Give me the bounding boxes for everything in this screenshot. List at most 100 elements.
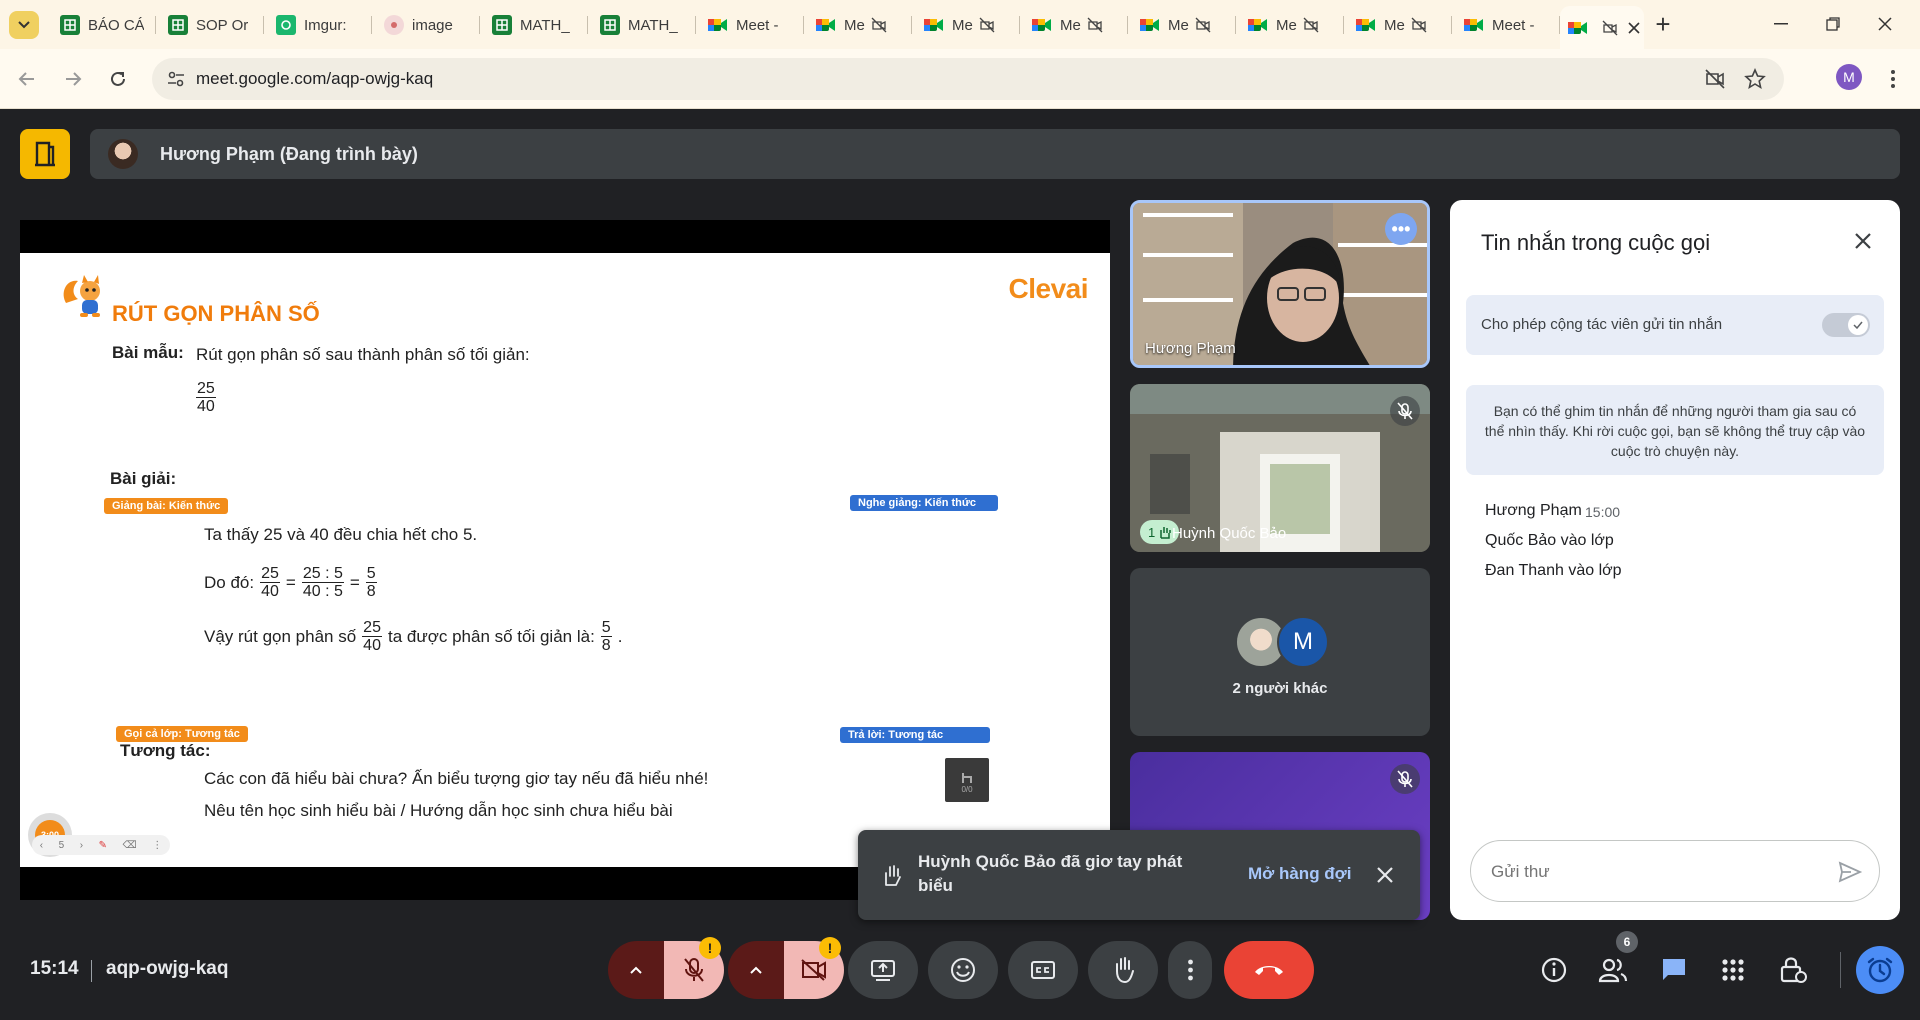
more-options-button[interactable] bbox=[1168, 941, 1212, 999]
meeting-clock: 15:14 bbox=[30, 958, 79, 979]
reload-button[interactable] bbox=[103, 64, 133, 94]
browser-tab[interactable]: Me bbox=[1348, 6, 1452, 44]
forward-button[interactable] bbox=[58, 64, 88, 94]
pen-icon[interactable]: ✎ bbox=[99, 840, 107, 851]
browser-tab[interactable]: Me bbox=[1024, 6, 1128, 44]
close-chat-button[interactable] bbox=[1848, 226, 1878, 256]
omnibox-actions bbox=[1704, 68, 1766, 90]
example-text: Rút gọn phân số sau thành phân số tối gi… bbox=[196, 345, 530, 364]
camera-blocked-icon[interactable] bbox=[1087, 17, 1103, 33]
camera-blocked-icon[interactable] bbox=[871, 17, 887, 33]
slide-page-number[interactable]: 5 bbox=[59, 840, 65, 851]
leave-presentation-button[interactable] bbox=[20, 129, 70, 179]
tab-title: SOP Or bbox=[196, 16, 249, 34]
allow-messages-toggle[interactable] bbox=[1822, 313, 1870, 337]
meeting-details-button[interactable] bbox=[1537, 953, 1571, 987]
reload-icon bbox=[111, 71, 125, 86]
new-tab-button[interactable]: + bbox=[1650, 11, 1676, 38]
host-controls-button[interactable] bbox=[1776, 953, 1810, 987]
close-icon bbox=[1377, 867, 1393, 883]
answer-tag[interactable]: Trả lời: Tương tác bbox=[840, 727, 990, 743]
more-icon[interactable]: ⋮ bbox=[152, 840, 162, 851]
fraction-numerator: 25 bbox=[362, 619, 382, 637]
squirrel-mascot-icon bbox=[63, 275, 100, 317]
camera-blocked-icon[interactable] bbox=[1411, 17, 1427, 33]
omnibox[interactable]: meet.google.com/aqp-owjg-kaq bbox=[152, 58, 1784, 100]
camera-blocked-icon[interactable] bbox=[1303, 17, 1319, 33]
tab-separator bbox=[911, 16, 912, 34]
camera-blocked-icon[interactable] bbox=[979, 17, 995, 33]
video-options-button[interactable] bbox=[728, 941, 784, 999]
star-icon[interactable] bbox=[1744, 68, 1766, 90]
message-text: Quốc Bảo vào lớp bbox=[1485, 532, 1614, 549]
others-tile[interactable]: M 2 người khác bbox=[1130, 568, 1430, 736]
mic-off-icon bbox=[1397, 402, 1413, 420]
browser-tab[interactable]: Me bbox=[808, 6, 912, 44]
participant-tile[interactable]: ••• Hương Phạm bbox=[1130, 200, 1430, 368]
url-text[interactable]: meet.google.com/aqp-owjg-kaq bbox=[196, 69, 433, 89]
eraser-icon[interactable]: ⌫ bbox=[123, 840, 137, 851]
browser-tab[interactable]: BÁO CÁ bbox=[52, 6, 156, 44]
open-queue-button[interactable]: Mở hàng đợi bbox=[1248, 864, 1352, 884]
more-options-button[interactable]: ••• bbox=[1385, 213, 1417, 245]
captions-button[interactable] bbox=[1008, 941, 1078, 999]
browser-tab[interactable]: Imgur: bbox=[268, 6, 372, 44]
chat-message-input[interactable] bbox=[1491, 859, 1811, 885]
browser-tab[interactable]: Me bbox=[916, 6, 1020, 44]
fraction-denominator: 40 bbox=[363, 637, 381, 654]
camera-warning-badge: ! bbox=[819, 937, 841, 959]
meet-icon bbox=[1568, 18, 1588, 38]
audio-options-button[interactable] bbox=[608, 941, 664, 999]
minimize-button[interactable] bbox=[1766, 10, 1796, 38]
slide-controls: ‹ 5 › ✎ ⌫ ⋮ bbox=[32, 835, 170, 855]
people-button[interactable] bbox=[1596, 953, 1630, 987]
allow-messages-label: Cho phép cộng tác viên gửi tin nhắn bbox=[1481, 316, 1723, 333]
profile-avatar[interactable]: M bbox=[1836, 64, 1862, 90]
call-class-tag[interactable]: Gọi cả lớp: Tương tác bbox=[116, 726, 248, 742]
browser-tab[interactable]: image bbox=[376, 6, 480, 44]
site-settings-icon[interactable] bbox=[166, 69, 186, 89]
arrow-left-icon bbox=[18, 72, 34, 86]
class-timer-button[interactable] bbox=[1856, 946, 1904, 994]
interact-line-1: Các con đã hiểu bài chưa? Ấn biểu tượng … bbox=[204, 769, 709, 788]
browser-tab[interactable]: Me bbox=[1240, 6, 1344, 44]
meet-icon bbox=[1356, 15, 1376, 35]
camera-blocked-icon[interactable] bbox=[1704, 68, 1726, 90]
tab-separator bbox=[695, 16, 696, 34]
teach-tag[interactable]: Giảng bài: Kiến thức bbox=[104, 498, 229, 514]
fraction-denominator: 40 bbox=[261, 583, 279, 600]
next-slide-icon[interactable]: › bbox=[80, 840, 83, 851]
raise-hand-button[interactable] bbox=[1088, 941, 1158, 999]
end-call-button[interactable] bbox=[1224, 941, 1314, 999]
browser-tab[interactable]: Meet - bbox=[1456, 6, 1560, 44]
camera-blocked-icon[interactable] bbox=[1602, 20, 1618, 36]
restore-button[interactable] bbox=[1818, 10, 1848, 38]
tab-search-button[interactable] bbox=[9, 11, 39, 39]
browser-tab[interactable]: Meet - bbox=[700, 6, 804, 44]
sheets-icon bbox=[492, 15, 512, 35]
listen-tag[interactable]: Nghe giảng: Kiến thức bbox=[850, 495, 998, 511]
back-button[interactable] bbox=[12, 64, 42, 94]
browser-tab[interactable]: MATH_ bbox=[592, 6, 696, 44]
browser-menu-button[interactable] bbox=[1880, 64, 1906, 94]
toggle-knob bbox=[1848, 315, 1868, 335]
browser-tab[interactable]: MATH_ bbox=[484, 6, 588, 44]
close-window-button[interactable] bbox=[1870, 10, 1900, 38]
close-tab-icon[interactable] bbox=[1628, 21, 1640, 34]
reactions-button[interactable] bbox=[928, 941, 998, 999]
raised-hand-widget[interactable]: 0/0 bbox=[945, 758, 989, 802]
send-icon[interactable] bbox=[1837, 859, 1863, 885]
example-fraction: 25 40 bbox=[194, 380, 218, 415]
participant-tile[interactable]: 1 Huỳnh Quốc Bảo bbox=[1130, 384, 1430, 552]
prev-slide-icon[interactable]: ‹ bbox=[40, 840, 43, 851]
tab-separator bbox=[1019, 16, 1020, 34]
camera-blocked-icon[interactable] bbox=[1195, 17, 1211, 33]
browser-tab-active[interactable] bbox=[1560, 6, 1644, 49]
tab-separator bbox=[155, 16, 156, 34]
chat-button[interactable] bbox=[1657, 953, 1691, 987]
activities-button[interactable] bbox=[1716, 953, 1750, 987]
browser-tab[interactable]: Me bbox=[1132, 6, 1236, 44]
present-screen-button[interactable] bbox=[848, 941, 918, 999]
browser-tab[interactable]: SOP Or bbox=[160, 6, 264, 44]
dismiss-toast-button[interactable] bbox=[1372, 862, 1398, 888]
